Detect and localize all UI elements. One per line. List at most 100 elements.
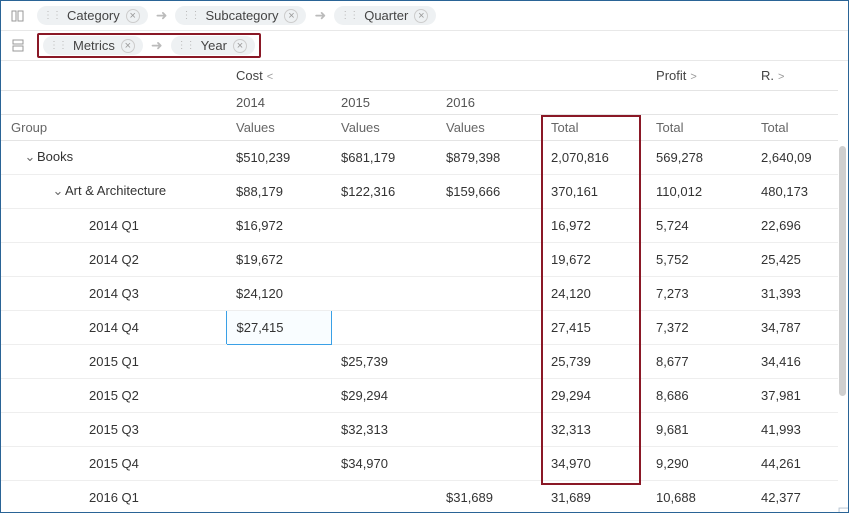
cell[interactable]: 37,981 — [751, 378, 838, 412]
cell[interactable] — [436, 412, 541, 446]
cell[interactable] — [436, 446, 541, 480]
cell[interactable]: 5,724 — [646, 208, 751, 242]
cell[interactable]: 25,739 — [541, 344, 646, 378]
cell[interactable]: 19,672 — [541, 242, 646, 276]
cell[interactable] — [436, 208, 541, 242]
cell[interactable]: 9,681 — [646, 412, 751, 446]
cell[interactable]: $31,689 — [436, 480, 541, 512]
col-header-2015[interactable]: 2015 — [331, 90, 436, 114]
table-row[interactable]: 2014 Q3 $24,120 24,1207,27331,393 — [1, 276, 838, 310]
chip-quarter[interactable]: ⋮⋮ Quarter × — [334, 6, 436, 25]
cell[interactable]: $510,239 — [226, 140, 331, 174]
cell[interactable]: 8,686 — [646, 378, 751, 412]
cell[interactable]: 8,677 — [646, 344, 751, 378]
col-header-2014[interactable]: 2014 — [226, 90, 331, 114]
cell[interactable]: 480,173 — [751, 174, 838, 208]
cell[interactable]: $24,120 — [226, 276, 331, 310]
cell[interactable]: 10,688 — [646, 480, 751, 512]
expand-caret[interactable]: ⌄ — [51, 183, 65, 199]
table-row[interactable]: 2015 Q4 $34,970 34,9709,29044,261 — [1, 446, 838, 480]
cell[interactable] — [436, 310, 541, 344]
cell[interactable]: 110,012 — [646, 174, 751, 208]
cell[interactable] — [226, 480, 331, 512]
cell[interactable]: 32,313 — [541, 412, 646, 446]
table-row[interactable]: 2015 Q3 $32,313 32,3139,68141,993 — [1, 412, 838, 446]
cell[interactable]: 569,278 — [646, 140, 751, 174]
cell[interactable]: $122,316 — [331, 174, 436, 208]
cell[interactable]: 42,377 — [751, 480, 838, 512]
cell[interactable]: 34,416 — [751, 344, 838, 378]
cell[interactable]: 41,993 — [751, 412, 838, 446]
cell[interactable]: 22,696 — [751, 208, 838, 242]
cell[interactable]: 16,972 — [541, 208, 646, 242]
cell[interactable] — [436, 242, 541, 276]
cell[interactable]: $159,666 — [436, 174, 541, 208]
col-header-group[interactable]: Group — [1, 114, 226, 140]
table-row[interactable]: ⌄Art & Architecture $88,179 $122,316 $15… — [1, 174, 838, 208]
table-row[interactable]: 2014 Q1 $16,972 16,9725,72422,696 — [1, 208, 838, 242]
expand-caret[interactable]: ⌄ — [23, 149, 37, 165]
col-header-2016[interactable]: 2016 — [436, 90, 541, 114]
chip-category[interactable]: ⋮⋮ Category × — [37, 6, 148, 25]
vertical-scrollbar[interactable] — [839, 146, 846, 396]
cell[interactable] — [331, 242, 436, 276]
column-dimensions-bar[interactable]: ⋮⋮ Category × ➜ ⋮⋮ Subcategory × ➜ ⋮⋮ Qu… — [1, 1, 848, 31]
cell[interactable]: 7,273 — [646, 276, 751, 310]
cell[interactable] — [331, 480, 436, 512]
cell[interactable]: 2,640,09 — [751, 140, 838, 174]
cell[interactable] — [226, 378, 331, 412]
cell[interactable] — [331, 276, 436, 310]
cell[interactable]: 25,425 — [751, 242, 838, 276]
cell[interactable]: 34,970 — [541, 446, 646, 480]
table-row[interactable]: 2015 Q1 $25,739 25,7398,67734,416 — [1, 344, 838, 378]
pivot-grid[interactable]: Cost< Profit> R.> 2014 2015 2016 Group V… — [1, 62, 838, 512]
col-header-total[interactable]: Total — [541, 114, 646, 140]
table-row[interactable]: 2015 Q2 $29,294 29,2948,68637,981 — [1, 378, 838, 412]
cell[interactable]: 27,415 — [541, 310, 646, 344]
col-header-values[interactable]: Values — [331, 114, 436, 140]
cell[interactable] — [226, 412, 331, 446]
cell[interactable]: $19,672 — [226, 242, 331, 276]
cell[interactable]: $681,179 — [331, 140, 436, 174]
cell[interactable]: $34,970 — [331, 446, 436, 480]
cell[interactable]: 31,393 — [751, 276, 838, 310]
col-header-revenue[interactable]: R.> — [751, 62, 838, 90]
col-header-profit[interactable]: Profit> — [646, 62, 751, 90]
cell[interactable]: 2,070,816 — [541, 140, 646, 174]
cell[interactable] — [331, 310, 436, 344]
cell[interactable]: $88,179 — [226, 174, 331, 208]
chip-subcategory[interactable]: ⋮⋮ Subcategory × — [175, 6, 306, 25]
cell[interactable]: 9,290 — [646, 446, 751, 480]
cell[interactable]: $32,313 — [331, 412, 436, 446]
row-dimensions-bar[interactable]: ⋮⋮ Metrics × ➜ ⋮⋮ Year × — [1, 31, 848, 61]
cell[interactable] — [226, 446, 331, 480]
cell[interactable] — [436, 378, 541, 412]
close-icon[interactable]: × — [126, 9, 140, 23]
cell[interactable]: 44,261 — [751, 446, 838, 480]
cell[interactable] — [436, 344, 541, 378]
table-row[interactable]: 2016 Q1 $31,689 31,68910,68842,377 — [1, 480, 838, 512]
table-row[interactable]: ⌄Books $510,239 $681,179 $879,398 2,070,… — [1, 140, 838, 174]
cell[interactable] — [226, 344, 331, 378]
table-row[interactable]: 2014 Q2 $19,672 19,6725,75225,425 — [1, 242, 838, 276]
col-header-values[interactable]: Values — [226, 114, 331, 140]
chip-year[interactable]: ⋮⋮ Year × — [171, 36, 255, 55]
cell[interactable] — [436, 276, 541, 310]
cell[interactable]: 31,689 — [541, 480, 646, 512]
cell[interactable]: 34,787 — [751, 310, 838, 344]
close-icon[interactable]: × — [121, 39, 135, 53]
cell-selected[interactable]: $27,415 — [226, 310, 331, 344]
col-header-values[interactable]: Values — [436, 114, 541, 140]
cell[interactable]: $16,972 — [226, 208, 331, 242]
close-icon[interactable]: × — [233, 39, 247, 53]
cell[interactable]: 7,372 — [646, 310, 751, 344]
cell[interactable]: $29,294 — [331, 378, 436, 412]
col-header-total[interactable]: Total — [646, 114, 751, 140]
cell[interactable]: 24,120 — [541, 276, 646, 310]
cell[interactable]: $879,398 — [436, 140, 541, 174]
close-icon[interactable]: × — [284, 9, 298, 23]
cell[interactable]: 5,752 — [646, 242, 751, 276]
table-row[interactable]: 2014 Q4 $27,415 27,4157,37234,787 — [1, 310, 838, 344]
chip-metrics[interactable]: ⋮⋮ Metrics × — [43, 36, 143, 55]
col-header-total[interactable]: Total — [751, 114, 838, 140]
